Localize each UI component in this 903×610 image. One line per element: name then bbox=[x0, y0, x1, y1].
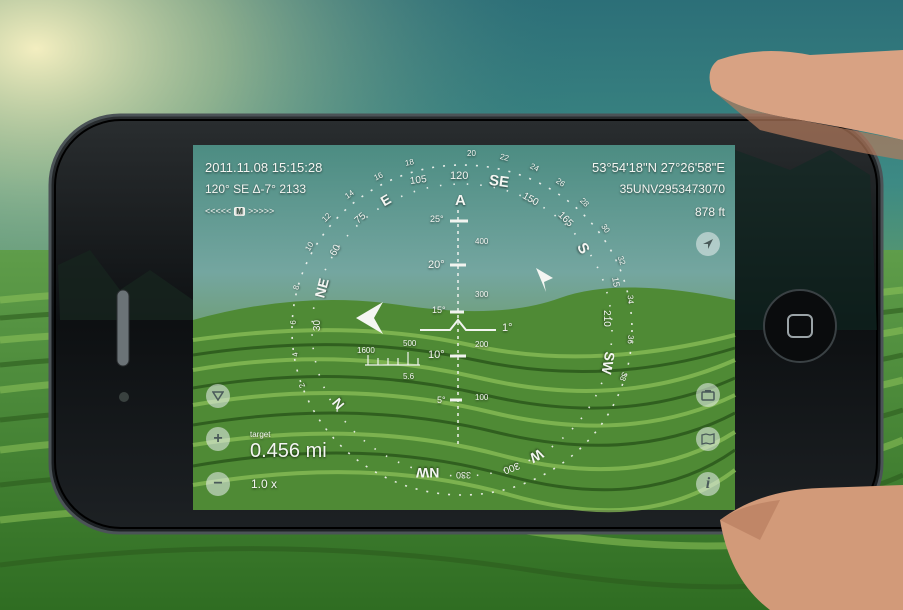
compass-hud bbox=[291, 164, 633, 496]
ladder-deg-25: 25° bbox=[430, 214, 444, 224]
photo-scene: 2011.11.08 15:15:28 120° SE Δ-7° 2133 <<… bbox=[0, 0, 903, 610]
dropdown-button[interactable] bbox=[206, 384, 230, 408]
arrow-left-text: <<<<< bbox=[205, 206, 232, 216]
map-button[interactable] bbox=[696, 427, 720, 451]
compass-deg-30: 30 bbox=[312, 319, 324, 332]
coordinates-readout: 53°54'18"N 27°26'58"E bbox=[591, 160, 725, 175]
altitude-readout: 878 ft bbox=[694, 205, 725, 219]
left-direction-arrow bbox=[356, 302, 383, 334]
compass-deg-15: 15 bbox=[610, 276, 622, 288]
grid-reference-readout: 35UNV2953473070 bbox=[619, 182, 725, 196]
ladder-deg-5: 5° bbox=[437, 395, 446, 405]
navigation-arrows: <<<<< M >>>>> bbox=[205, 206, 274, 216]
ladder-deg-20: 20° bbox=[428, 259, 445, 271]
compass-deg-105: 105 bbox=[409, 173, 428, 188]
tick-6: 6 bbox=[288, 320, 298, 325]
compass-deg-330: 330 bbox=[456, 470, 472, 480]
zoom-level: 1.0 x bbox=[251, 477, 278, 491]
ladder-dist-300: 300 bbox=[475, 290, 489, 299]
scale-label-mid: 500 bbox=[403, 339, 417, 348]
triangle-down-icon bbox=[212, 391, 224, 401]
map-icon bbox=[701, 433, 715, 445]
arrow-right-text: >>>>> bbox=[247, 206, 275, 216]
camera-icon bbox=[701, 389, 715, 401]
plus-icon: + bbox=[213, 430, 223, 447]
zoom-in-button[interactable]: + bbox=[206, 427, 230, 451]
compass-center-label: A bbox=[455, 192, 466, 209]
camera-button[interactable] bbox=[696, 383, 720, 407]
heading-readout: 120° SE Δ-7° 2133 bbox=[205, 182, 307, 196]
location-arrow-icon bbox=[703, 239, 713, 249]
compass-deg-210: 210 bbox=[600, 310, 612, 327]
scale-label-bottom: 5.6 bbox=[403, 372, 415, 381]
tick-20: 20 bbox=[467, 149, 476, 158]
zoom-out-button[interactable]: − bbox=[206, 472, 230, 496]
info-button[interactable]: i bbox=[696, 472, 720, 496]
ladder-dist-400: 400 bbox=[475, 237, 489, 246]
location-button[interactable] bbox=[696, 232, 720, 256]
compass-heading: 120 bbox=[450, 170, 469, 182]
compass-cardinal-nw: NW bbox=[416, 465, 440, 481]
mode-badge: M bbox=[234, 206, 245, 216]
ladder-deg-10: 10° bbox=[428, 349, 445, 361]
ladder-dist-100: 100 bbox=[475, 393, 489, 402]
minus-icon: − bbox=[213, 475, 223, 492]
datetime-readout: 2011.11.08 15:15:28 bbox=[205, 160, 323, 175]
right-direction-arrow bbox=[536, 268, 553, 292]
ladder-dist-200: 200 bbox=[475, 340, 489, 349]
scale-label-top: 1600 bbox=[357, 346, 375, 355]
tick-18: 18 bbox=[404, 157, 415, 168]
ladder-deg-15: 15° bbox=[432, 305, 446, 315]
tick-36: 36 bbox=[625, 334, 636, 345]
compass-cardinal-se: SE bbox=[487, 171, 511, 192]
target-distance: 0.456 mi bbox=[250, 440, 327, 462]
tick-34: 34 bbox=[625, 294, 636, 305]
info-icon: i bbox=[705, 475, 711, 492]
target-label: target bbox=[250, 430, 271, 439]
pitch-marker-label: 1° bbox=[502, 322, 513, 334]
